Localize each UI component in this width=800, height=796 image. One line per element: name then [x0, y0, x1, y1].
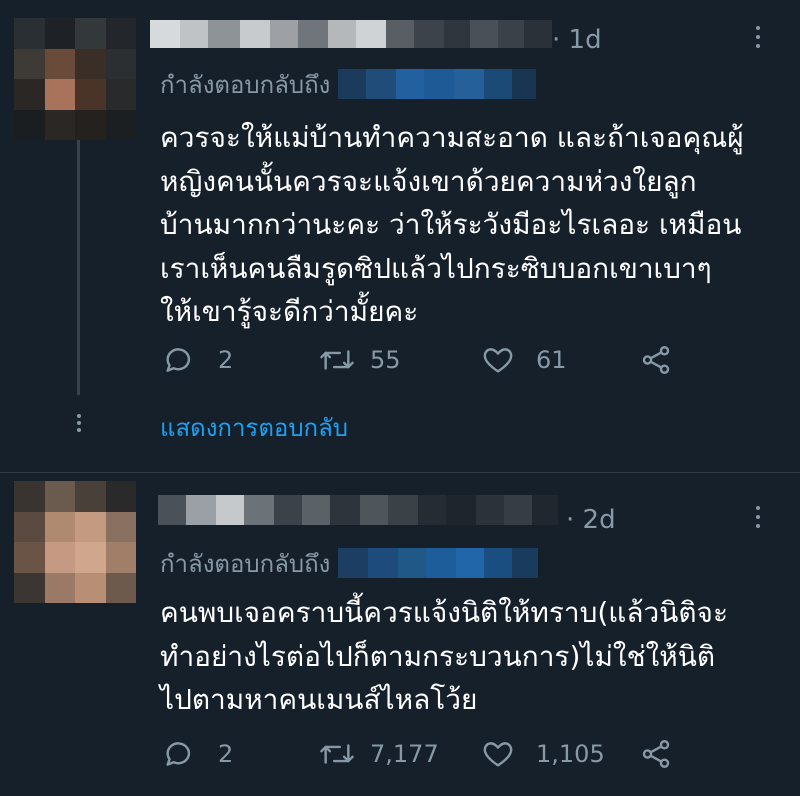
reply-button[interactable]: 2 [162, 734, 233, 774]
tweet-1[interactable]: · 1d กำลังตอบกลับถึง ควรจะให้แม่บ้านทำคว… [0, 0, 800, 472]
more-thread-dots-icon [72, 408, 86, 438]
author-name-redacted[interactable] [158, 495, 558, 525]
like-button[interactable]: 1,105 [480, 734, 605, 774]
retweet-count: 55 [370, 346, 401, 374]
replying-to-label: กำลังตอบกลับถึง [160, 549, 331, 578]
tweet-2[interactable]: · 2d กำลังตอบกลับถึง คนพบเจอคราบนี้ควรแจ… [0, 473, 800, 796]
reply-count: 2 [218, 346, 234, 374]
replying-to-handle-redacted[interactable] [338, 69, 537, 99]
thread-line [77, 140, 80, 395]
like-count: 1,105 [536, 740, 605, 768]
reply-count: 2 [218, 740, 234, 768]
replying-to-handle-redacted[interactable] [338, 548, 539, 578]
tweet-actions: 2 7,177 1,105 [160, 734, 720, 774]
replying-to: กำลังตอบกลับถึง [160, 64, 537, 104]
tweet-time[interactable]: · 1d [552, 27, 602, 53]
tweet-time[interactable]: · 2d [566, 507, 616, 533]
like-button[interactable]: 61 [480, 340, 567, 380]
reply-bubble-icon [166, 348, 191, 372]
share-icon [642, 346, 670, 374]
replying-to-label: กำลังตอบกลับถึง [160, 70, 331, 99]
more-vertical-icon[interactable] [753, 24, 763, 54]
tweet-actions: 2 55 61 [160, 340, 720, 380]
share-icon [642, 740, 670, 768]
more-vertical-icon[interactable] [753, 504, 763, 534]
retweet-icon [320, 350, 354, 370]
share-button[interactable] [638, 734, 674, 774]
retweet-button[interactable]: 55 [318, 340, 401, 380]
replying-to: กำลังตอบกลับถึง [160, 543, 539, 583]
share-button[interactable] [638, 340, 674, 380]
show-replies-link[interactable]: แสดงการตอบกลับ [160, 408, 348, 447]
author-name-redacted[interactable] [150, 20, 552, 48]
heart-icon [483, 742, 513, 767]
tweet-text: ควรจะให้แม่บ้านทำความสะอาด และถ้าเจอคุณผ… [160, 121, 744, 328]
heart-icon [483, 348, 513, 373]
avatar[interactable] [14, 481, 136, 603]
tweet-text: คนพบเจอคราบนี้ควรแจ้งนิติให้ทราบ(แล้วนิต… [160, 596, 728, 716]
like-count: 61 [536, 346, 567, 374]
avatar[interactable] [14, 18, 136, 140]
reply-bubble-icon [166, 742, 191, 766]
retweet-count: 7,177 [370, 740, 439, 768]
retweet-button[interactable]: 7,177 [318, 734, 439, 774]
reply-button[interactable]: 2 [162, 340, 233, 380]
retweet-icon [320, 744, 354, 764]
